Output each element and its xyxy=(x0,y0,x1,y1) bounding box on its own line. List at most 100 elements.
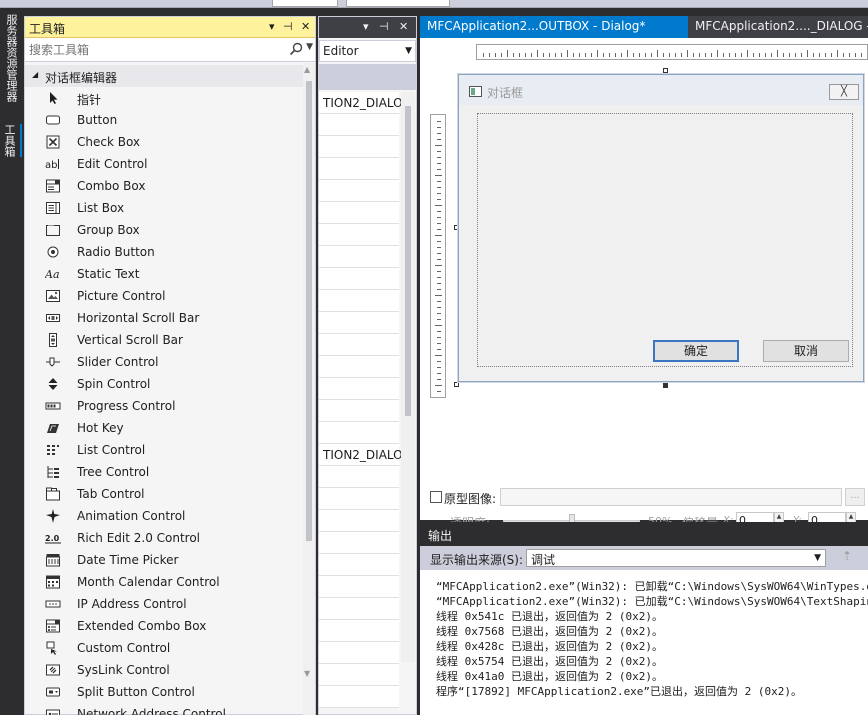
toolbox-item[interactable]: Button xyxy=(25,109,303,131)
resource-row[interactable] xyxy=(319,312,399,334)
toolbox-item[interactable]: Radio Button xyxy=(25,241,303,263)
resource-row[interactable] xyxy=(319,532,399,554)
resource-row[interactable] xyxy=(319,114,399,136)
resource-row[interactable] xyxy=(319,598,399,620)
toolbox-item[interactable]: Animation Control xyxy=(25,505,303,527)
toolbar-combo[interactable] xyxy=(346,0,450,7)
toolbox-item[interactable]: Custom Control xyxy=(25,637,303,659)
resource-row[interactable] xyxy=(319,180,399,202)
toolbox-item[interactable]: Slider Control xyxy=(25,351,303,373)
resource-row[interactable] xyxy=(319,334,399,356)
resource-row[interactable] xyxy=(319,466,399,488)
resource-row[interactable]: TION2_DIALOG xyxy=(319,444,401,466)
cancel-button[interactable]: 取消 xyxy=(763,340,849,362)
design-surface[interactable]: 对话框 ╳ 确定 取消 原型图像: ... 透明度: 50% 偏移量 X: 0 … xyxy=(420,38,868,530)
toolbox-item[interactable]: Horizontal Scroll Bar xyxy=(25,307,303,329)
toolbox-item[interactable]: Date Time Picker xyxy=(25,549,303,571)
resource-row[interactable] xyxy=(319,554,399,576)
output-text[interactable]: “MFCApplication2.exe”(Win32): 已卸载“C:\Win… xyxy=(420,570,868,715)
toolbox-item[interactable]: Picture Control xyxy=(25,285,303,307)
resource-row[interactable] xyxy=(319,378,399,400)
tab-dialog-aboutbox[interactable]: MFCApplication2...OUTBOX - Dialog* xyxy=(420,16,688,38)
toolbox-item[interactable]: 指针 xyxy=(25,87,303,109)
toolbox-item[interactable]: Split Button Control xyxy=(25,681,303,703)
scrollbar-thumb[interactable] xyxy=(405,106,411,416)
toolbar-combo[interactable] xyxy=(272,0,338,7)
resource-row[interactable] xyxy=(319,246,399,268)
toolbox-item[interactable]: SysLink Control xyxy=(25,659,303,681)
browse-button[interactable]: ... xyxy=(845,488,865,506)
ok-button[interactable]: 确定 xyxy=(653,340,739,362)
dialog-preview[interactable]: 对话框 ╳ 确定 取消 xyxy=(458,74,864,382)
toolbox-item-label: Custom Control xyxy=(77,641,171,655)
find-message-icon[interactable]: ⇡ xyxy=(836,549,858,567)
window-position-dropdown[interactable]: ▾ xyxy=(269,20,275,33)
resource-row[interactable] xyxy=(319,356,399,378)
toolbox-search: ▼ xyxy=(25,38,315,62)
toolbox-item[interactable]: Vertical Scroll Bar xyxy=(25,329,303,351)
resource-row[interactable] xyxy=(319,400,399,422)
horizontal-ruler[interactable] xyxy=(476,44,868,60)
toolbox-item[interactable]: Group Box xyxy=(25,219,303,241)
vertical-ruler[interactable] xyxy=(430,114,446,398)
toolbox-item[interactable]: Month Calendar Control xyxy=(25,571,303,593)
server-explorer-tab[interactable]: 服务器资源管理器 xyxy=(0,14,22,102)
toolbox-tab[interactable]: 工具箱 xyxy=(0,124,22,157)
resource-row[interactable] xyxy=(319,510,399,532)
close-icon[interactable]: ✕ xyxy=(399,20,408,33)
toolbox-item[interactable]: Tab Control xyxy=(25,483,303,505)
toolbox-item[interactable]: Aa Static Text xyxy=(25,263,303,285)
toolbox-item[interactable]: ab Edit Control xyxy=(25,153,303,175)
resource-row[interactable] xyxy=(319,268,399,290)
toolbox-item[interactable]: 2.0 Rich Edit 2.0 Control xyxy=(25,527,303,549)
prototype-image-checkbox[interactable] xyxy=(430,491,442,503)
toolbox-item[interactable]: Spin Control xyxy=(25,373,303,395)
toolbox-search-input[interactable] xyxy=(27,41,285,58)
resource-row[interactable] xyxy=(319,422,399,444)
toolbox-item[interactable]: Hot Key xyxy=(25,417,303,439)
resource-row[interactable] xyxy=(319,620,399,642)
scrollbar-thumb[interactable] xyxy=(306,81,312,541)
toolbox-item[interactable]: Extended Combo Box xyxy=(25,615,303,637)
scroll-up-icon[interactable]: ▲ xyxy=(304,65,310,74)
resource-row[interactable] xyxy=(319,686,399,708)
resource-row[interactable] xyxy=(319,664,399,686)
toolbox-group-header[interactable]: ◢ 对话框编辑器 xyxy=(25,65,303,87)
dialog-close-button[interactable]: ╳ xyxy=(829,84,859,100)
resize-handle[interactable] xyxy=(663,68,668,73)
ruler-tick xyxy=(437,313,441,314)
editor-combo[interactable]: Editor ▼ xyxy=(319,40,416,62)
toolbox-scrollbar[interactable]: ▲ ▼ xyxy=(303,63,315,715)
tab-dialog-main[interactable]: MFCApplication2...._DIALOG - xyxy=(688,16,868,38)
resource-row[interactable]: TION2_DIALOG xyxy=(319,92,401,114)
resize-handle[interactable] xyxy=(454,382,459,387)
search-icon[interactable] xyxy=(289,42,303,59)
pin-icon[interactable]: ⊣ xyxy=(283,20,293,33)
toolbox-item[interactable]: IP Address Control xyxy=(25,593,303,615)
resource-view-scrollbar[interactable] xyxy=(401,92,415,662)
toolbox-item[interactable]: List Control xyxy=(25,439,303,461)
dropdown-icon[interactable]: ▾ xyxy=(363,20,369,33)
toolbox-item[interactable]: Progress Control xyxy=(25,395,303,417)
resource-row[interactable] xyxy=(319,642,399,664)
toolbox-item[interactable]: List Box xyxy=(25,197,303,219)
pin-icon[interactable]: ⊣ xyxy=(379,20,389,33)
resource-row[interactable] xyxy=(319,290,399,312)
chevron-down-icon[interactable]: ▼ xyxy=(306,42,313,52)
resource-row[interactable] xyxy=(319,224,399,246)
resource-row[interactable] xyxy=(319,158,399,180)
output-source-select[interactable]: 调试 ▼ xyxy=(526,549,826,567)
resource-row[interactable] xyxy=(319,488,399,510)
toolbox-item[interactable]: Combo Box xyxy=(25,175,303,197)
prototype-image-path[interactable] xyxy=(500,488,842,506)
toolbox-item[interactable]: Network Address Control xyxy=(25,703,303,715)
resize-handle[interactable] xyxy=(663,383,668,388)
scroll-down-icon[interactable]: ▼ xyxy=(304,669,310,678)
close-icon[interactable]: ✕ xyxy=(301,20,310,33)
resource-row[interactable] xyxy=(319,136,399,158)
toolbox-item[interactable]: Check Box xyxy=(25,131,303,153)
dialog-client-area[interactable] xyxy=(477,113,853,367)
resource-row[interactable] xyxy=(319,576,399,598)
resource-row[interactable] xyxy=(319,202,399,224)
toolbox-item[interactable]: Tree Control xyxy=(25,461,303,483)
